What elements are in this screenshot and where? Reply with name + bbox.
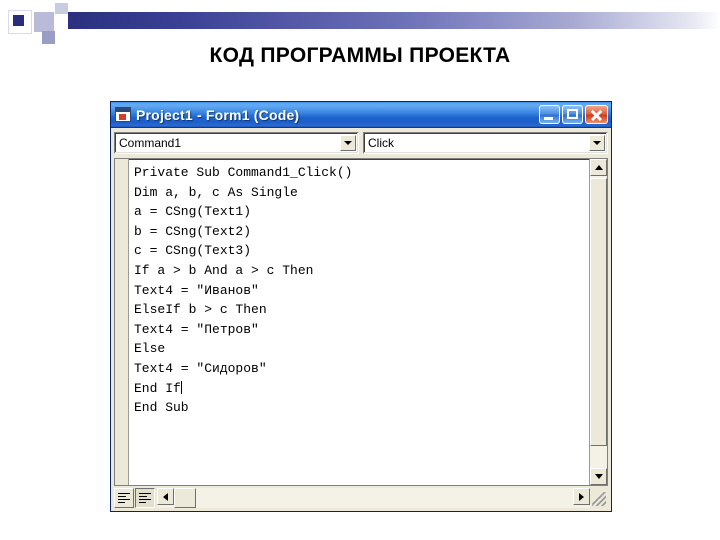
code-line: a = CSng(Text1) — [134, 204, 252, 220]
code-line: Text4 = "Петров" — [134, 321, 259, 337]
vertical-scroll-thumb[interactable] — [590, 178, 607, 446]
full-module-view-icon — [139, 492, 151, 504]
window-body: Command1 Click Private Sub Command1_Clic… — [111, 128, 611, 511]
scroll-down-arrow-icon[interactable] — [590, 468, 607, 485]
scroll-up-arrow-icon[interactable] — [590, 159, 607, 176]
vb-code-icon — [115, 107, 131, 122]
code-line: ElseIf b > c Then — [134, 302, 267, 318]
code-line: End Sub — [134, 400, 189, 416]
procedure-combo[interactable]: Click — [363, 132, 608, 154]
horizontal-scroll-thumb[interactable] — [174, 488, 196, 508]
scroll-left-arrow-icon[interactable] — [157, 488, 174, 505]
code-line: Dim a, b, c As Single — [134, 184, 298, 200]
code-line: Text4 = "Иванов" — [134, 282, 259, 298]
procedure-combo-value: Click — [368, 136, 394, 150]
code-line: End If — [134, 380, 182, 396]
decorative-gradient-bar — [68, 12, 720, 29]
minimize-button[interactable] — [539, 105, 560, 124]
decorative-square-mid — [34, 12, 54, 32]
code-line: Text4 = "Сидоров" — [134, 360, 267, 376]
maximize-button[interactable] — [562, 105, 583, 124]
window-title: Project1 - Form1 (Code) — [136, 106, 300, 123]
full-module-view-button[interactable] — [135, 488, 155, 508]
editor-combo-row: Command1 Click — [114, 132, 608, 154]
object-combo-value: Command1 — [119, 136, 182, 150]
window-controls — [539, 105, 611, 124]
decorative-square-outer — [8, 10, 32, 34]
vertical-scrollbar[interactable] — [589, 159, 607, 485]
horizontal-scrollbar[interactable] — [157, 488, 590, 508]
horizontal-scroll-track[interactable] — [174, 488, 573, 508]
code-text-area[interactable]: Private Sub Command1_Click() Dim a, b, c … — [129, 159, 589, 485]
code-line: c = CSng(Text3) — [134, 243, 252, 259]
code-line: Private Sub Command1_Click() — [134, 165, 353, 180]
decorative-square-inner — [13, 15, 24, 26]
code-line: b = CSng(Text2) — [134, 223, 252, 239]
chevron-down-icon[interactable] — [340, 135, 356, 151]
code-window: Project1 - Form1 (Code) Command1 Click P… — [110, 101, 612, 512]
vertical-scroll-track[interactable] — [590, 176, 607, 468]
code-line: Else — [134, 341, 166, 357]
editor-bottom-bar — [114, 488, 608, 508]
object-combo[interactable]: Command1 — [114, 132, 359, 154]
decorative-square-small — [42, 31, 55, 44]
text-caret — [180, 380, 182, 394]
decorative-square-tiny — [55, 3, 68, 14]
slide-decoration — [0, 0, 720, 44]
window-titlebar[interactable]: Project1 - Form1 (Code) — [111, 102, 611, 128]
code-editor-pane[interactable]: Private Sub Command1_Click() Dim a, b, c … — [114, 158, 608, 486]
code-line: If a > b And a > c Then — [134, 262, 314, 278]
resize-grip[interactable] — [590, 488, 608, 508]
page-title: КОД ПРОГРАММЫ ПРОЕКТА — [209, 44, 511, 67]
margin-indicator-bar — [115, 159, 129, 485]
chevron-down-icon[interactable] — [589, 135, 605, 151]
scroll-right-arrow-icon[interactable] — [573, 488, 590, 505]
close-button[interactable] — [585, 105, 608, 124]
procedure-view-button[interactable] — [114, 488, 134, 508]
procedure-view-icon — [118, 492, 130, 504]
